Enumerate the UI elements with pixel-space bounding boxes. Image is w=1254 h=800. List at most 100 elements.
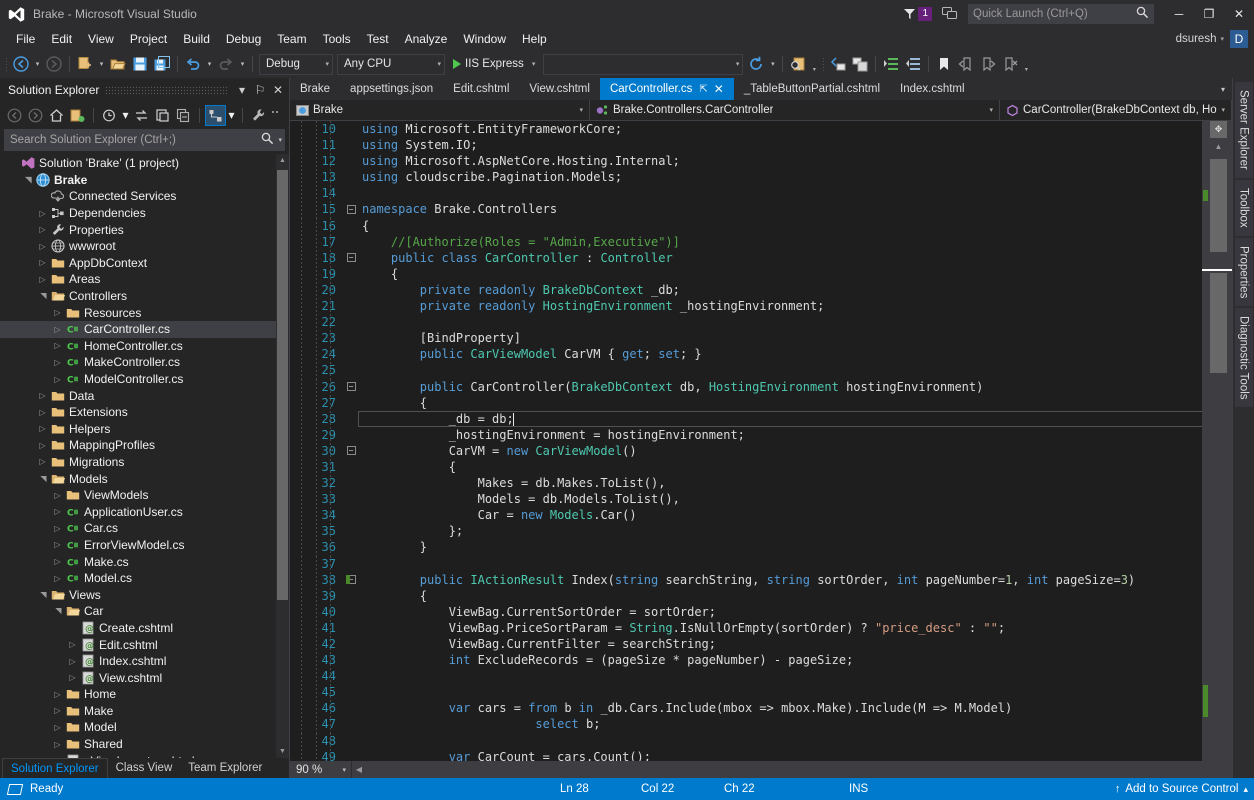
panel-menu-chevron-down-icon[interactable]: ▾ [233, 80, 251, 100]
fold-margin[interactable]: − [344, 382, 358, 391]
code-line[interactable]: 37 [290, 556, 1202, 572]
forward-icon[interactable] [25, 105, 46, 126]
home-icon[interactable] [46, 105, 67, 126]
open-file-icon[interactable] [107, 53, 129, 75]
code-line[interactable]: 46 var cars = from b in _db.Cars.Include… [290, 700, 1202, 716]
chevron-down-icon[interactable]: ▾ [339, 766, 349, 774]
code-editor[interactable]: 10using Microsoft.EntityFrameworkCore;11… [290, 121, 1232, 761]
expanded-chevron-icon[interactable]: ◢ [20, 173, 36, 186]
tree-node[interactable]: @Create.cshtml [0, 620, 276, 637]
minimize-button[interactable]: ─ [1164, 0, 1194, 28]
navigate-back-icon[interactable] [10, 53, 32, 75]
navbar-type-dropdown[interactable]: Brake.Controllers.CarController ▾ [590, 100, 1000, 120]
status-right[interactable]: ↑ Add to Source Control ▴ [1115, 783, 1248, 795]
tree-node[interactable]: ▷Data [0, 387, 276, 404]
attach-target-dropdown[interactable]: ▾ [543, 54, 743, 75]
tree-node[interactable]: Solution 'Brake' (1 project) [0, 155, 276, 172]
tree-node[interactable]: ▷Extensions [0, 404, 276, 421]
tree-node[interactable]: ▷Helpers [0, 421, 276, 438]
code-line[interactable]: 14 [290, 185, 1202, 201]
code-line[interactable]: 33 Models = db.Models.ToList(), [290, 491, 1202, 507]
toolbar-overflow-icon[interactable] [269, 105, 281, 126]
menu-analyze[interactable]: Analyze [397, 29, 456, 49]
refresh-caret[interactable]: ▾ [767, 53, 778, 75]
menu-window[interactable]: Window [455, 29, 514, 49]
back-icon[interactable] [4, 105, 25, 126]
collapsed-chevron-icon[interactable]: ▷ [51, 354, 64, 370]
next-bookmark-icon[interactable] [977, 53, 999, 75]
code-line[interactable]: 12using Microsoft.AspNetCore.Hosting.Int… [290, 153, 1202, 169]
editor-horizontal-scrollbar[interactable]: 90 % ▾ ◀ [290, 761, 1232, 778]
tab-solution-explorer[interactable]: Solution Explorer [2, 758, 108, 778]
new-project-caret[interactable]: ▾ [96, 53, 107, 75]
code-line[interactable]: 19 { [290, 266, 1202, 282]
collapsed-chevron-icon[interactable]: ▷ [66, 670, 79, 686]
search-options-caret[interactable]: ▾ [274, 136, 282, 144]
menu-build[interactable]: Build [175, 29, 218, 49]
scroll-up-icon[interactable]: ▲ [276, 154, 289, 167]
tree-node[interactable]: ▷@Index.cshtml [0, 653, 276, 670]
collapsed-chevron-icon[interactable]: ▷ [51, 305, 64, 321]
collapse-all-icon[interactable] [173, 105, 194, 126]
fold-margin[interactable]: − [344, 575, 358, 584]
collapse-region-icon[interactable]: − [347, 253, 356, 262]
code-line[interactable]: 39 { [290, 588, 1202, 604]
start-debugging-button[interactable]: IIS Express ▾ [447, 53, 541, 75]
chevron-down-icon[interactable]: ▾ [317, 60, 329, 68]
tab-team-explorer[interactable]: Team Explorer [180, 758, 270, 778]
refresh-icon[interactable] [152, 105, 173, 126]
scroll-down-icon[interactable]: ▼ [276, 745, 289, 758]
tree-node[interactable]: ▷Resources [0, 304, 276, 321]
menu-edit[interactable]: Edit [43, 29, 80, 49]
collapsed-chevron-icon[interactable]: ▷ [36, 454, 49, 470]
code-line[interactable]: 21 private readonly HostingEnvironment _… [290, 298, 1202, 314]
quick-launch-box[interactable] [968, 4, 1154, 24]
show-all-files-icon[interactable] [205, 105, 226, 126]
vertical-tab-toolbox[interactable]: Toolbox [1235, 180, 1253, 236]
uncomment-selection-icon[interactable] [849, 53, 871, 75]
menu-help[interactable]: Help [514, 29, 555, 49]
menu-debug[interactable]: Debug [218, 29, 269, 49]
tree-node[interactable]: ◢Controllers [0, 288, 276, 305]
tree-node[interactable]: ▷Home [0, 686, 276, 703]
tree-node[interactable]: ▷AppDbContext [0, 255, 276, 272]
tree-node[interactable]: ◢Brake [0, 172, 276, 189]
code-line[interactable]: 20 private readonly BrakeDbContext _db; [290, 282, 1202, 298]
code-line[interactable]: 34 Car = new Models.Car() [290, 507, 1202, 523]
sync-with-active-document-icon[interactable] [131, 105, 152, 126]
code-line[interactable]: 44 [290, 668, 1202, 684]
code-line[interactable]: 48 [290, 733, 1202, 749]
collapsed-chevron-icon[interactable]: ▷ [51, 338, 64, 354]
scroll-up-icon[interactable]: ▲ [1210, 139, 1227, 153]
back-dropdown-caret[interactable]: ▾ [32, 53, 43, 75]
panel-pin-icon[interactable]: ⚐ [251, 80, 269, 100]
code-line[interactable]: 10using Microsoft.EntityFrameworkCore; [290, 121, 1202, 137]
expanded-chevron-icon[interactable]: ◢ [35, 290, 51, 303]
chevron-down-icon[interactable]: ▾ [728, 60, 740, 68]
tree-node[interactable]: ▷Areas [0, 271, 276, 288]
fold-margin[interactable]: − [344, 253, 358, 262]
undo-caret[interactable]: ▾ [204, 53, 215, 75]
collapsed-chevron-icon[interactable]: ▷ [51, 554, 64, 570]
tree-node[interactable]: ◢Models [0, 470, 276, 487]
solution-platform-dropdown[interactable]: Any CPU ▾ [337, 54, 445, 75]
menu-file[interactable]: File [8, 29, 43, 49]
bookmark-icon[interactable] [933, 53, 955, 75]
toolbar-grip[interactable] [2, 56, 10, 72]
collapse-region-icon[interactable]: − [347, 446, 356, 455]
chevron-down-icon[interactable]: ▾ [429, 60, 441, 68]
code-line[interactable]: 45 [290, 684, 1202, 700]
tree-node[interactable]: ▷@View.cshtml [0, 669, 276, 686]
code-line[interactable]: 36 } [290, 539, 1202, 555]
tree-node[interactable]: ▷MappingProfiles [0, 437, 276, 454]
close-button[interactable]: ✕ [1224, 0, 1254, 28]
tree-node[interactable]: ▷CModelController.cs [0, 371, 276, 388]
panel-drag-handle[interactable] [105, 85, 227, 95]
tab-brake[interactable]: Brake [290, 78, 340, 100]
save-all-icon[interactable] [151, 53, 173, 75]
editor-vertical-scrollbar[interactable]: ✥ ▲ [1202, 121, 1232, 761]
tab-index-cshtml[interactable]: Index.cshtml [890, 78, 975, 100]
code-line[interactable]: 25 [290, 362, 1202, 378]
redo-caret[interactable]: ▾ [237, 53, 248, 75]
add-to-source-control-button[interactable]: Add to Source Control [1125, 783, 1238, 795]
